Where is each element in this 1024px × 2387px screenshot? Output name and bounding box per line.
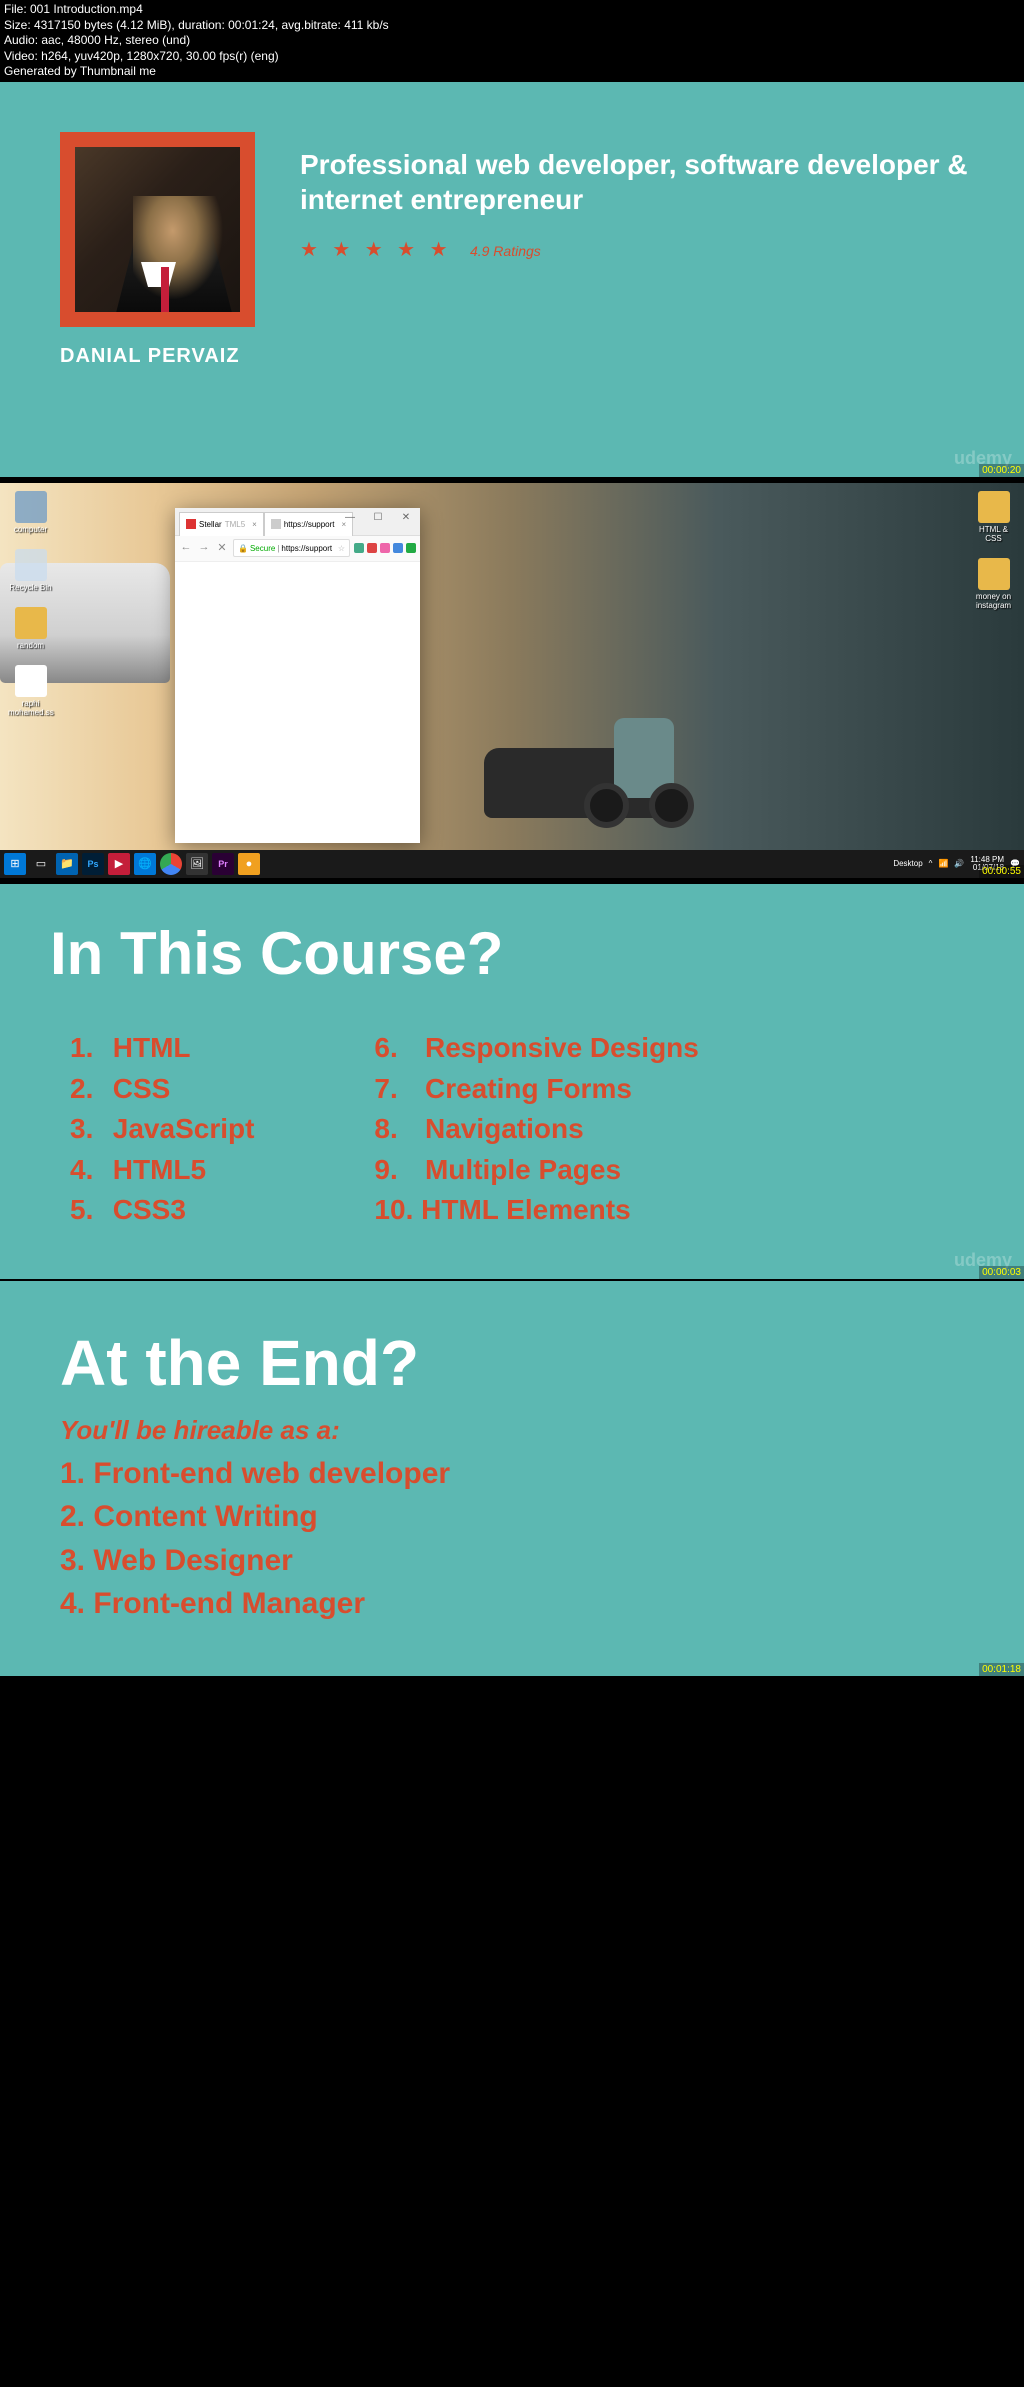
- outcomes-panel: At the End? You'll be hireable as a: 1. …: [0, 1281, 1024, 1676]
- tab-close-icon[interactable]: ×: [252, 520, 257, 529]
- taskbar-app[interactable]: Ps: [82, 853, 104, 875]
- list-item: 4. HTML5: [70, 1150, 254, 1191]
- reload-button[interactable]: ✕: [215, 541, 229, 555]
- desktop-icon-app[interactable]: raphi mohamed.ss: [8, 665, 53, 717]
- taskbar-app[interactable]: 📁: [56, 853, 78, 875]
- panel-title: In This Course?: [50, 919, 974, 988]
- list-item: 4. Front-end Manager: [60, 1582, 964, 1626]
- meta-video: Video: h264, yuv420p, 1280x720, 30.00 fp…: [4, 49, 1020, 65]
- desktop-icon-recycle-bin[interactable]: Recycle Bin: [8, 549, 53, 592]
- extension-icon[interactable]: [367, 543, 377, 553]
- extension-icon[interactable]: [380, 543, 390, 553]
- browser-titlebar[interactable]: Stellar TML5 × https://support × — ☐ ✕: [175, 508, 420, 536]
- extension-icon[interactable]: [393, 543, 403, 553]
- rating-stars: ★ ★ ★ ★ ★ 4.9 Ratings: [300, 237, 1024, 262]
- browser-tab-1[interactable]: Stellar TML5 ×: [179, 512, 264, 536]
- desktop-icon-folder[interactable]: money on instagram: [971, 558, 1016, 610]
- desktop-peek-label[interactable]: Desktop: [893, 859, 922, 868]
- course-list-right: 6. Responsive Designs 7. Creating Forms …: [374, 1028, 698, 1231]
- meta-size: Size: 4317150 bytes (4.12 MiB), duration…: [4, 18, 1020, 34]
- browser-window[interactable]: Stellar TML5 × https://support × — ☐ ✕ ←…: [175, 508, 420, 843]
- instructor-name: DANIAL PERVAIZ: [60, 345, 964, 368]
- browser-toolbar: ← → ✕ 🔒 Secure | https://support ☆: [175, 536, 420, 562]
- browser-viewport[interactable]: [175, 562, 420, 842]
- instructor-headline: Professional web developer, software dev…: [300, 147, 1024, 217]
- window-controls: — ☐ ✕: [336, 508, 420, 528]
- list-item: 1. Front-end web developer: [60, 1452, 964, 1496]
- desktop-screenshot-panel: computer Recycle Bin random raphi mohame…: [0, 483, 1024, 878]
- list-item: 6. Responsive Designs: [374, 1028, 698, 1069]
- extension-icon[interactable]: [406, 543, 416, 553]
- lock-icon: 🔒: [238, 544, 248, 553]
- list-item: 9. Multiple Pages: [374, 1150, 698, 1191]
- course-list-left: 1. HTML 2. CSS 3. JavaScript 4. HTML5 5.…: [70, 1028, 254, 1231]
- extension-icon[interactable]: [354, 543, 364, 553]
- meta-generator: Generated by Thumbnail me: [4, 64, 1020, 80]
- back-button[interactable]: ←: [179, 541, 193, 555]
- instructor-photo: [75, 147, 240, 312]
- list-item: 3. Web Designer: [60, 1539, 964, 1583]
- list-item: 5. CSS3: [70, 1190, 254, 1231]
- taskbar-chrome[interactable]: [160, 853, 182, 875]
- star-icon[interactable]: ☆: [338, 544, 345, 553]
- url-text: https://support: [281, 544, 332, 553]
- volume-icon[interactable]: 🔊: [954, 859, 964, 868]
- wifi-icon[interactable]: 📶: [938, 859, 948, 868]
- panel-subtitle: You'll be hireable as a:: [60, 1415, 964, 1446]
- taskbar-app[interactable]: ▶: [108, 853, 130, 875]
- list-item: 7. Creating Forms: [374, 1069, 698, 1110]
- instructor-photo-frame: [60, 132, 255, 327]
- taskbar-app[interactable]: Pr: [212, 853, 234, 875]
- minimize-button[interactable]: —: [336, 508, 364, 528]
- taskbar-app[interactable]: 🌐: [134, 853, 156, 875]
- url-bar[interactable]: 🔒 Secure | https://support ☆: [233, 539, 350, 557]
- meta-file: File: 001 Introduction.mp4: [4, 2, 1020, 18]
- desktop-icon-folder[interactable]: random: [8, 607, 53, 650]
- start-button[interactable]: ⊞: [4, 853, 26, 875]
- outcomes-list: 1. Front-end web developer 2. Content Wr…: [60, 1452, 964, 1626]
- frame-timestamp: 00:00:03: [979, 1266, 1024, 1279]
- taskbar-app[interactable]: 🖼: [186, 853, 208, 875]
- star-icon: ★: [397, 239, 415, 261]
- scooter-graphic: [584, 688, 704, 828]
- course-contents-panel: In This Course? 1. HTML 2. CSS 3. JavaSc…: [0, 884, 1024, 1279]
- list-item: 10. HTML Elements: [374, 1190, 698, 1231]
- panel-title: At the End?: [60, 1326, 964, 1400]
- frame-timestamp: 00:00:20: [979, 464, 1024, 477]
- star-icon: ★: [300, 239, 318, 261]
- taskbar-app[interactable]: ●: [238, 853, 260, 875]
- list-item: 1. HTML: [70, 1028, 254, 1069]
- maximize-button[interactable]: ☐: [364, 508, 392, 528]
- list-item: 8. Navigations: [374, 1109, 698, 1150]
- favicon-icon: [271, 519, 281, 529]
- instructor-panel: DANIAL PERVAIZ Professional web develope…: [0, 82, 1024, 477]
- extension-icons: [354, 543, 416, 553]
- task-view-button[interactable]: ▭: [30, 853, 52, 875]
- list-item: 3. JavaScript: [70, 1109, 254, 1150]
- list-item: 2. CSS: [70, 1069, 254, 1110]
- secure-label: Secure: [250, 544, 275, 553]
- close-button[interactable]: ✕: [392, 508, 420, 528]
- desktop-icon-computer[interactable]: computer: [8, 491, 53, 534]
- list-item: 2. Content Writing: [60, 1495, 964, 1539]
- forward-button[interactable]: →: [197, 541, 211, 555]
- star-icon: ★: [365, 239, 383, 261]
- star-icon: ★: [430, 239, 448, 261]
- frame-timestamp: 00:01:18: [979, 1663, 1024, 1676]
- desktop-icon-folder[interactable]: HTML & CSS: [971, 491, 1016, 543]
- tray-chevron-icon[interactable]: ^: [929, 859, 933, 868]
- meta-audio: Audio: aac, 48000 Hz, stereo (und): [4, 33, 1020, 49]
- taskbar[interactable]: ⊞ ▭ 📁 Ps ▶ 🌐 🖼 Pr ● Desktop ^ 📶 🔊 11:48 …: [0, 850, 1024, 878]
- frame-timestamp: 00:00:55: [979, 865, 1024, 878]
- rating-text: 4.9 Ratings: [470, 243, 541, 259]
- desktop-icons-left: computer Recycle Bin random raphi mohame…: [8, 491, 53, 732]
- favicon-icon: [186, 519, 196, 529]
- video-metadata: File: 001 Introduction.mp4 Size: 4317150…: [0, 0, 1024, 82]
- desktop-icons-right: HTML & CSS money on instagram: [971, 491, 1016, 625]
- star-icon: ★: [332, 239, 350, 261]
